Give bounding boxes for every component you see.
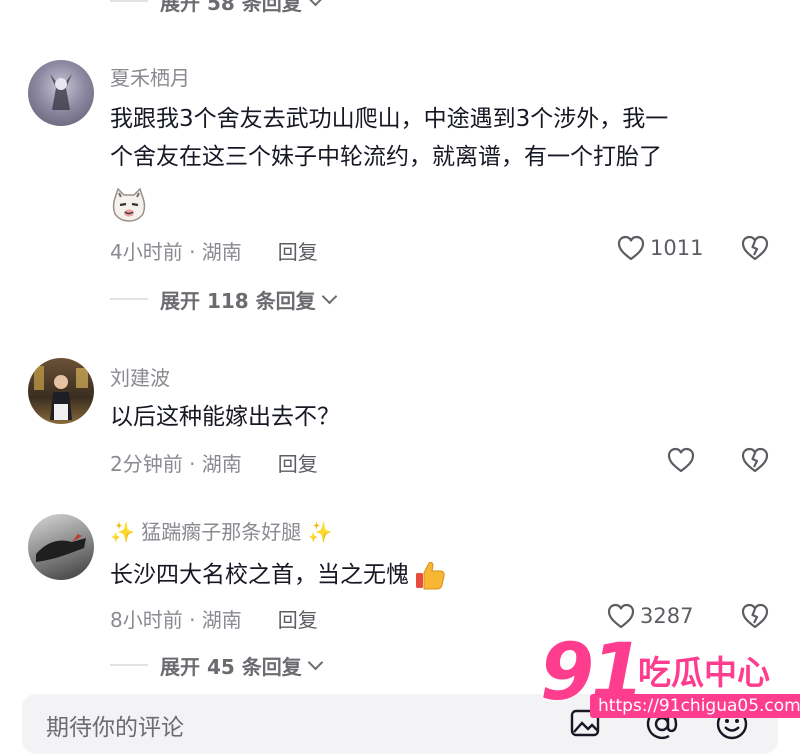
timestamp-location: 4小时前 · 湖南 — [110, 240, 242, 264]
comment-text: 以后这种能嫁出去不？ — [110, 404, 340, 430]
comment-meta: 2分钟前 · 湖南 回复 — [110, 448, 318, 477]
comment-text-line: 我跟我3个舍友去武功山爬山，中途遇到3个涉外，我一 — [110, 106, 669, 132]
watermark-url: https://91chigua05.com — [590, 694, 800, 718]
reply-button[interactable]: 回复 — [278, 604, 318, 633]
watermark-logo: 91 吃瓜中心 https://91chigua05.com — [540, 628, 800, 728]
reply-button[interactable]: 回复 — [278, 236, 318, 265]
cat-smirk-emoji — [110, 186, 148, 224]
chevron-down-icon — [321, 288, 337, 304]
heart-icon — [667, 447, 695, 473]
like-button[interactable]: 3287 — [606, 602, 693, 630]
like-count: 1011 — [650, 236, 704, 260]
divider-line — [110, 298, 148, 300]
timestamp-location: 8小时前 · 湖南 — [110, 608, 242, 632]
reply-button[interactable]: 回复 — [278, 448, 318, 477]
username[interactable]: 刘建波 — [110, 362, 170, 391]
like-button[interactable]: 1011 — [616, 234, 703, 262]
divider-line — [110, 664, 148, 666]
expand-replies-top[interactable]: 展开 58 条回复 — [110, 0, 324, 16]
avatar-figure — [50, 74, 72, 110]
chevron-down-icon — [307, 654, 324, 670]
like-count: 3287 — [640, 604, 694, 628]
expand-replies[interactable]: 展开 118 条回复 — [110, 284, 337, 314]
comment-input-placeholder: 期待你的评论 — [46, 715, 184, 741]
expand-replies[interactable]: 展开 45 条回复 — [110, 650, 324, 680]
watermark-label: 吃瓜中心 — [638, 653, 770, 692]
dislike-button[interactable] — [740, 234, 770, 266]
avatar[interactable] — [28, 60, 94, 126]
comment-text: 我跟我3个舍友去武功山爬山，中途遇到3个涉外，我一 个舍友在这三个妹子中轮流约，… — [110, 100, 668, 176]
avatar[interactable] — [28, 358, 94, 424]
chevron-down-icon — [307, 0, 324, 6]
comment-text-line: 长沙四大名校之首，当之无愧 — [110, 562, 409, 588]
comment-meta: 8小时前 · 湖南 回复 — [110, 604, 318, 633]
expand-replies-label: 展开 58 条回复 — [160, 0, 302, 15]
heart-icon — [607, 603, 635, 629]
heart-icon — [617, 235, 645, 261]
like-button[interactable] — [666, 446, 696, 474]
expand-replies-label: 展开 45 条回复 — [160, 654, 302, 679]
username[interactable]: 夏禾栖月 — [110, 62, 190, 91]
divider-line — [110, 0, 148, 2]
broken-heart-icon — [741, 603, 769, 629]
username[interactable]: ✨ 猛踹瘸子那条好腿 ✨ — [110, 516, 333, 545]
broken-heart-icon — [741, 235, 769, 261]
comment-text-line: 个舍友在这三个妹子中轮流约，就离谱，有一个打胎了 — [110, 144, 662, 170]
expand-replies-label: 展开 118 条回复 — [160, 288, 316, 313]
avatar-figure — [36, 534, 86, 562]
comment-text: 长沙四大名校之首，当之无愧 — [110, 556, 447, 594]
avatar-figure — [34, 366, 88, 420]
thumbs-up-emoji — [416, 561, 445, 590]
timestamp-location: 2分钟前 · 湖南 — [110, 452, 242, 476]
broken-heart-icon — [741, 447, 769, 473]
dislike-button[interactable] — [740, 446, 770, 478]
comment-meta: 4小时前 · 湖南 回复 — [110, 236, 318, 265]
avatar[interactable] — [28, 514, 94, 580]
